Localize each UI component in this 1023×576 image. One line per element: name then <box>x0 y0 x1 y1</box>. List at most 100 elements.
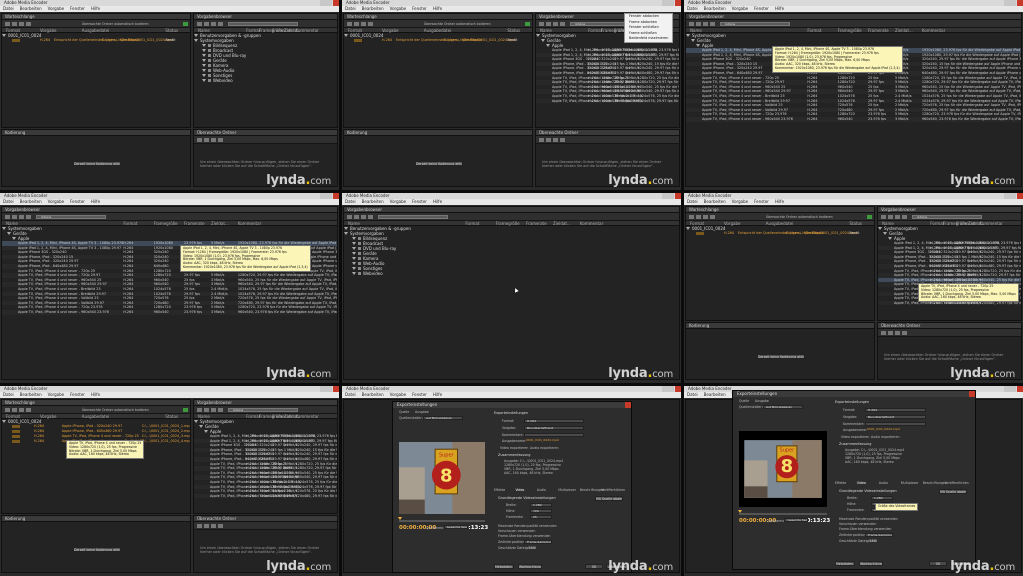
time-interpolation-dropdown[interactable]: Frame-Sampling <box>865 533 893 537</box>
preset-row[interactable]: Apple TV, iPad, iPhone 4 und neuer - Vol… <box>194 493 337 499</box>
queue-item-format[interactable]: H.264 <box>34 439 44 444</box>
playhead-handle[interactable] <box>738 510 742 513</box>
source-range-dropdown[interactable]: Gesamte Sequenz <box>784 518 809 522</box>
menu-item[interactable]: Fenster <box>70 6 85 11</box>
expand-icon[interactable] <box>202 44 206 47</box>
queue-item-output[interactable]: C:\Users\...\Desktop\0001_IC01_0024.mp4 <box>786 231 858 236</box>
settings-icon[interactable] <box>204 138 209 142</box>
expand-icon[interactable] <box>541 39 545 42</box>
expand-icon[interactable] <box>344 232 348 235</box>
expand-icon[interactable] <box>194 420 198 423</box>
menu-item[interactable]: Fenster <box>412 392 427 397</box>
remove-icon[interactable] <box>361 215 366 219</box>
menu-item[interactable]: Bearbeiten <box>362 199 384 204</box>
expand-icon[interactable] <box>202 59 206 62</box>
menu-item[interactable]: Bearbeiten <box>20 199 42 204</box>
timeline-scrubber[interactable] <box>399 520 485 522</box>
add-icon[interactable] <box>539 22 544 26</box>
settings-icon[interactable] <box>12 22 17 26</box>
add-icon[interactable] <box>689 215 694 219</box>
start-queue-play-icon[interactable] <box>183 408 188 412</box>
queue-item-output[interactable]: C:\...\0001_IC01_0024_4.mp4 <box>142 439 190 444</box>
menu-item[interactable]: Bearbeiten <box>704 6 726 11</box>
format-dropdown[interactable] <box>354 38 362 43</box>
expand-icon[interactable] <box>202 49 206 52</box>
expand-icon[interactable] <box>352 257 356 260</box>
settings-tab[interactable]: Video <box>515 488 524 492</box>
menu-item[interactable]: Hilfe <box>433 199 442 204</box>
timeline-scrubber[interactable] <box>739 513 827 515</box>
settings-icon[interactable] <box>888 331 893 335</box>
queue-item[interactable]: H.264 Entspricht der Quelleneinstellungen… <box>686 231 874 236</box>
add-icon[interactable] <box>5 215 10 219</box>
settings-tab[interactable]: Veröffentlichen <box>945 481 969 485</box>
menu-item[interactable]: Fenster <box>70 392 85 397</box>
frame-blending-checkbox[interactable]: Frame-Überblendung verwenden <box>498 534 550 538</box>
summary-section[interactable]: Zusammenfassung <box>498 453 530 457</box>
add-icon[interactable] <box>539 138 544 142</box>
remove-icon[interactable] <box>19 408 24 412</box>
remove-icon[interactable] <box>703 22 708 26</box>
expand-icon[interactable] <box>12 237 16 240</box>
remove-icon[interactable] <box>19 215 24 219</box>
export-video-checkbox[interactable]: Video exportieren <box>500 446 528 450</box>
add-icon[interactable] <box>347 22 352 26</box>
menu-item[interactable]: Datei <box>3 392 14 397</box>
duplicate-icon[interactable] <box>710 215 715 219</box>
settings-tab[interactable]: Beschriftungen <box>923 481 947 485</box>
menu-item[interactable]: Datei <box>687 6 698 11</box>
menu-item[interactable]: Fenster <box>412 6 427 11</box>
start-queue-play-icon[interactable] <box>867 215 872 219</box>
queue-item[interactable]: H.264 Entspricht der Quelleneinstellungen… <box>2 38 190 43</box>
expand-icon[interactable] <box>352 247 356 250</box>
dialog-close-button[interactable] <box>625 402 631 408</box>
expand-icon[interactable] <box>7 232 11 235</box>
format-dropdown[interactable] <box>12 424 20 429</box>
add-icon[interactable] <box>5 22 10 26</box>
remove-icon[interactable] <box>211 408 216 412</box>
format-dropdown[interactable]: H.264 <box>524 419 584 423</box>
add-icon[interactable] <box>881 215 886 219</box>
expand-icon[interactable] <box>2 34 6 37</box>
search-input[interactable] <box>378 215 448 219</box>
tab-output[interactable]: Ausgabe <box>755 399 769 403</box>
search-input[interactable]: iphone <box>228 408 298 412</box>
time-interpolation-dropdown[interactable]: Frame-Sampling <box>524 540 552 544</box>
queue-item-format[interactable]: H.264 <box>382 38 392 43</box>
menu-item[interactable]: Datei <box>3 199 14 204</box>
expand-icon[interactable] <box>352 237 356 240</box>
menu-item[interactable]: Datei <box>687 392 698 397</box>
height-field[interactable]: 720 <box>530 509 552 513</box>
max-render-quality-checkbox[interactable]: Maximale Renderqualität verwenden <box>839 517 898 521</box>
duplicate-icon[interactable] <box>26 22 31 26</box>
ok-button[interactable]: OK <box>585 564 603 569</box>
export-audio-checkbox[interactable]: Audio exportieren <box>530 446 558 450</box>
match-source-button[interactable]: Mit Quelle abgleichen <box>939 489 967 494</box>
menu-item[interactable]: Datei <box>345 6 356 11</box>
dialog-close-button[interactable] <box>969 391 975 397</box>
preset-folder[interactable]: Webvideo <box>194 78 337 83</box>
remove-icon[interactable] <box>211 138 216 142</box>
duplicate-icon[interactable] <box>368 22 373 26</box>
settings-icon[interactable] <box>204 22 209 26</box>
menu-item[interactable]: Datei <box>687 199 698 204</box>
duplicate-icon[interactable] <box>560 138 565 142</box>
duplicate-icon[interactable] <box>902 331 907 335</box>
expand-icon[interactable] <box>194 34 198 37</box>
format-dropdown[interactable]: H.264 <box>865 408 927 412</box>
queue-button[interactable]: Warteschlange <box>518 564 542 569</box>
add-icon[interactable] <box>881 331 886 335</box>
menu-item[interactable]: Vorgabe <box>390 392 406 397</box>
menu-item[interactable]: Bearbeiten <box>704 392 726 397</box>
settings-tab[interactable]: Multiplexer <box>558 488 576 492</box>
expand-icon[interactable] <box>888 237 892 240</box>
expand-icon[interactable] <box>344 34 348 37</box>
expand-icon[interactable] <box>194 39 198 42</box>
tab-source[interactable]: Quelle <box>739 399 749 403</box>
remove-icon[interactable] <box>19 22 24 26</box>
menu-item[interactable]: Fenster <box>70 199 85 204</box>
width-field[interactable]: 1.280 <box>530 503 552 507</box>
metadata-button[interactable]: Metadaten... <box>835 561 855 566</box>
remove-icon[interactable] <box>211 22 216 26</box>
expand-icon[interactable] <box>352 267 356 270</box>
